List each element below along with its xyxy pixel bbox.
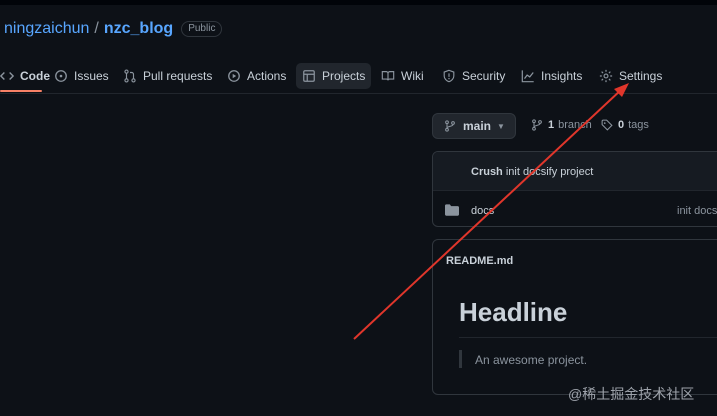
watermark-text: @稀土掘金技术社区: [568, 386, 695, 402]
annotation-arrow: [353, 83, 629, 340]
